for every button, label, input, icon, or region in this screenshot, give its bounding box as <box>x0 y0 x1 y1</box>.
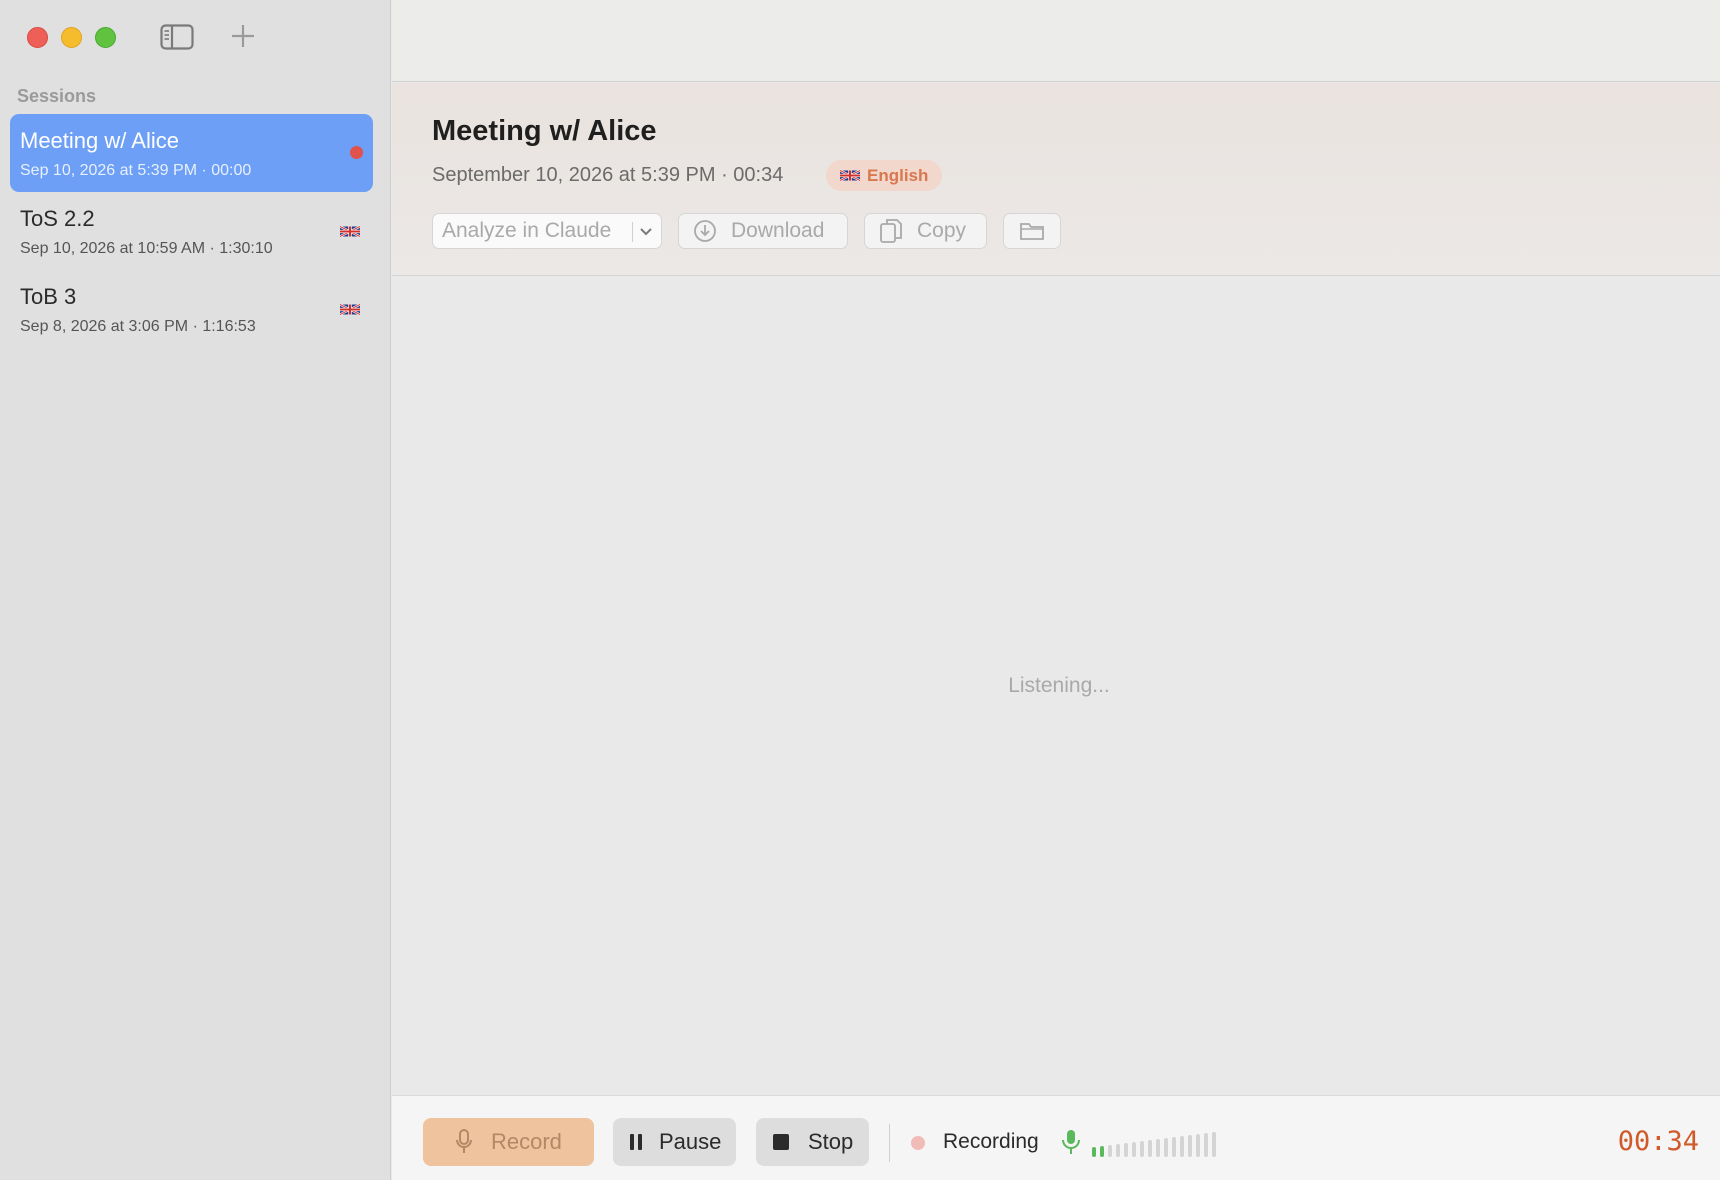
open-folder-button[interactable] <box>1003 213 1061 249</box>
stop-icon <box>773 1134 789 1150</box>
level-bar <box>1100 1146 1104 1157</box>
sidebar: Sessions Meeting w/ Alice Sep 10, 2026 a… <box>0 0 391 1180</box>
recording-status-dot-icon <box>911 1136 925 1150</box>
close-window-button[interactable] <box>27 27 48 48</box>
language-label: English <box>867 165 929 185</box>
input-level-meter <box>1092 1132 1216 1157</box>
analyze-in-claude-dropdown[interactable]: Analyze in Claude <box>432 213 662 249</box>
sidebar-toggle-icon[interactable] <box>160 24 194 50</box>
recording-timer: 00:34 <box>1617 1126 1699 1157</box>
recording-dot-icon <box>350 146 363 159</box>
recording-controls: Record Pause Stop Recording 00:34 <box>392 1095 1720 1180</box>
pause-icon <box>630 1134 642 1150</box>
recording-status-label: Recording <box>943 1130 1039 1153</box>
window-titlebar <box>392 0 1720 82</box>
level-bar <box>1132 1142 1136 1157</box>
level-bar <box>1148 1140 1152 1157</box>
session-list: Meeting w/ Alice Sep 10, 2026 at 5:39 PM… <box>10 114 373 348</box>
session-date-duration: September 10, 2026 at 5:39 PM · 00:34 <box>432 164 784 186</box>
session-item-tob-3[interactable]: ToB 3 Sep 8, 2026 at 3:06 PM · 1:16:53 <box>10 270 373 348</box>
analyze-label: Analyze in Claude <box>442 219 612 242</box>
session-title: ToS 2.2 <box>20 206 95 231</box>
divider <box>889 1124 890 1162</box>
level-bar <box>1140 1141 1144 1157</box>
page-title: Meeting w/ Alice <box>432 115 657 147</box>
action-toolbar: Analyze in Claude Download Copy <box>432 213 1061 249</box>
session-subtitle: Sep 10, 2026 at 10:59 AM · 1:30:10 <box>20 240 273 258</box>
session-title: ToB 3 <box>20 284 77 309</box>
minimize-window-button[interactable] <box>61 27 82 48</box>
microphone-level-icon <box>1062 1130 1080 1154</box>
session-header: Meeting w/ Alice September 10, 2026 at 5… <box>392 83 1720 276</box>
language-badge[interactable]: English <box>826 160 943 191</box>
record-label: Record <box>491 1129 562 1154</box>
session-item-meeting-alice[interactable]: Meeting w/ Alice Sep 10, 2026 at 5:39 PM… <box>10 114 373 192</box>
transcript-status: Listening... <box>1008 674 1110 697</box>
session-item-tos-2-2[interactable]: ToS 2.2 Sep 10, 2026 at 10:59 AM · 1:30:… <box>10 192 373 270</box>
sessions-header: Sessions <box>17 86 97 106</box>
uk-flag-icon <box>840 169 860 182</box>
copy-label: Copy <box>917 219 967 242</box>
level-bar <box>1156 1139 1160 1157</box>
zoom-window-button[interactable] <box>95 27 116 48</box>
copy-icon <box>880 219 902 243</box>
download-icon <box>694 220 716 242</box>
level-bar <box>1164 1138 1168 1157</box>
record-button[interactable]: Record <box>423 1118 594 1166</box>
level-bar <box>1108 1145 1112 1157</box>
pause-label: Pause <box>659 1129 722 1154</box>
level-bar <box>1172 1137 1176 1157</box>
session-title: Meeting w/ Alice <box>20 128 179 153</box>
folder-icon <box>1020 223 1044 240</box>
chevron-down-icon[interactable] <box>639 224 653 240</box>
level-bar <box>1180 1136 1184 1157</box>
level-bar <box>1204 1133 1208 1157</box>
level-bar <box>1188 1135 1192 1157</box>
level-bar <box>1092 1147 1096 1157</box>
stop-label: Stop <box>808 1129 854 1154</box>
divider <box>632 222 633 242</box>
pause-button[interactable]: Pause <box>613 1118 736 1166</box>
uk-flag-icon <box>340 303 360 316</box>
copy-button[interactable]: Copy <box>864 213 987 249</box>
stop-button[interactable]: Stop <box>756 1118 869 1166</box>
level-bar <box>1124 1143 1128 1157</box>
add-session-icon[interactable] <box>229 22 257 50</box>
main-pane: Meeting w/ Alice September 10, 2026 at 5… <box>392 0 1720 1180</box>
session-subtitle: Sep 8, 2026 at 3:06 PM · 1:16:53 <box>20 318 256 336</box>
download-button[interactable]: Download <box>678 213 848 249</box>
session-subtitle: Sep 10, 2026 at 5:39 PM · 00:00 <box>20 162 252 180</box>
level-bar <box>1196 1134 1200 1157</box>
download-label: Download <box>731 219 825 242</box>
uk-flag-icon <box>340 225 360 238</box>
microphone-icon <box>456 1129 472 1153</box>
level-bar <box>1116 1144 1120 1157</box>
level-bar <box>1212 1132 1216 1157</box>
